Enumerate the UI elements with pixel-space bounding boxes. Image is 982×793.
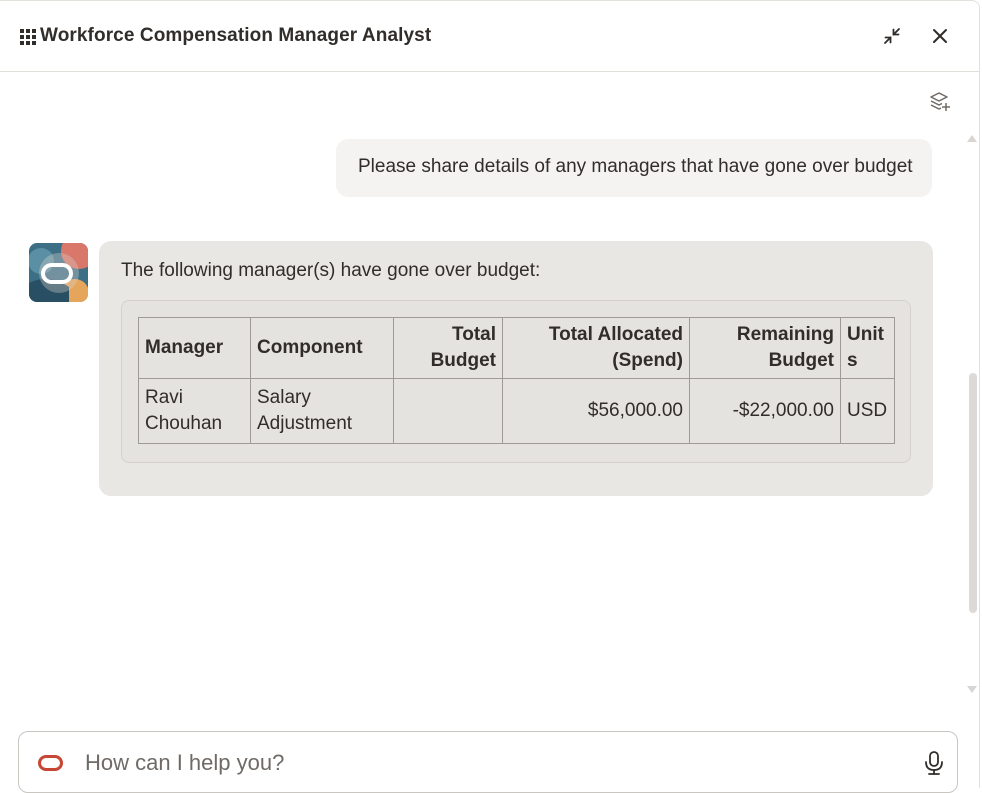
minimize-arrows-icon — [884, 28, 900, 44]
cell-manager: Ravi Chouhan — [138, 378, 251, 444]
chat-input-box — [18, 731, 958, 793]
table-row: Ravi Chouhan Salary Adjustment $56,000.0… — [138, 378, 895, 444]
header-bar: Workforce Compensation Manager Analyst — [0, 1, 980, 72]
minimize-button[interactable] — [879, 23, 905, 49]
table-header-row: Manager Component Total Budget Total All… — [138, 317, 895, 379]
cell-component: Salary Adjustment — [250, 378, 394, 444]
over-budget-table: Manager Component Total Budget Total All… — [138, 317, 895, 444]
assistant-message: The following manager(s) have gone over … — [99, 241, 933, 496]
scrollbar-thumb[interactable] — [969, 373, 977, 613]
assistant-avatar — [29, 243, 88, 302]
assistant-intro-text: The following manager(s) have gone over … — [121, 260, 541, 281]
close-icon — [933, 29, 947, 43]
cell-total-budget — [393, 378, 503, 444]
results-table-card: Manager Component Total Budget Total All… — [121, 300, 911, 463]
scroll-down-arrow[interactable] — [967, 686, 977, 693]
col-header-component[interactable]: Component — [250, 317, 394, 379]
scroll-up-arrow[interactable] — [967, 135, 977, 142]
oracle-logo-icon — [38, 755, 63, 771]
cell-units: USD — [840, 378, 895, 444]
col-header-total-budget[interactable]: Total Budget — [393, 317, 503, 379]
microphone-icon[interactable] — [923, 750, 945, 776]
cell-remaining-budget: -$22,000.00 — [689, 378, 841, 444]
close-button[interactable] — [927, 23, 953, 49]
chat-input[interactable] — [85, 746, 905, 780]
assistant-window: Workforce Compensation Manager Analyst P… — [0, 0, 980, 793]
user-message: Please share details of any managers tha… — [336, 139, 932, 197]
add-layer-icon[interactable] — [929, 91, 951, 113]
col-header-units[interactable]: Units — [840, 317, 895, 379]
col-header-manager[interactable]: Manager — [138, 317, 251, 379]
app-grid-icon[interactable] — [20, 29, 36, 45]
window-title: Workforce Compensation Manager Analyst — [40, 25, 432, 46]
col-header-total-allocated[interactable]: Total Allocated (Spend) — [502, 317, 690, 379]
cell-total-allocated: $56,000.00 — [502, 378, 690, 444]
col-header-remaining-budget[interactable]: Remaining Budget — [689, 317, 841, 379]
